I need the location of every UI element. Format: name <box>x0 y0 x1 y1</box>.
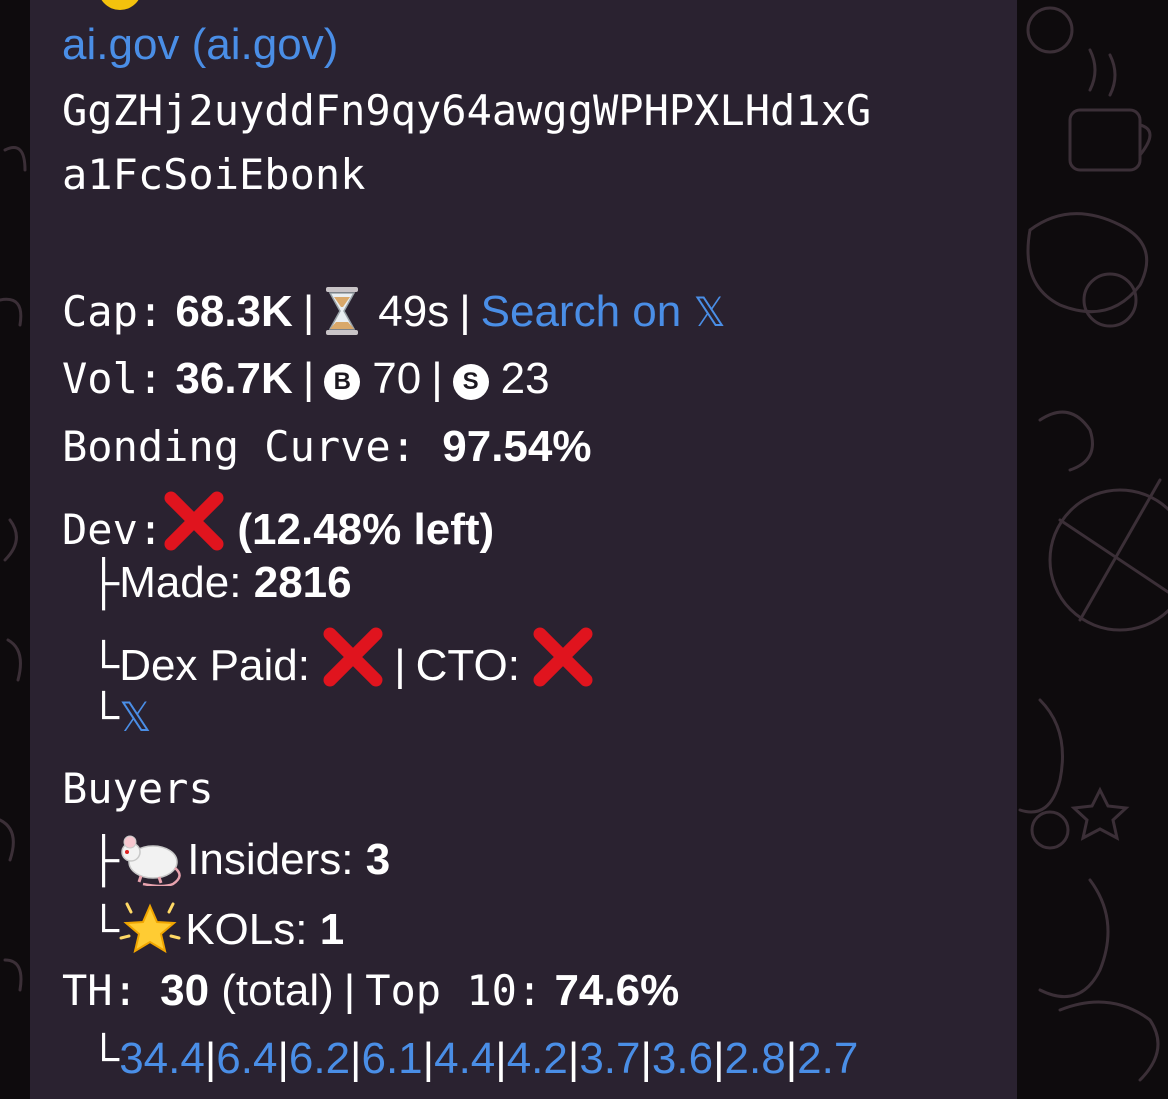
x-logo-icon[interactable]: 𝕏 <box>119 695 151 741</box>
token-address-line1: GgZHj2uyddFn9qy64awggWPHPXLHd1xG <box>62 86 872 135</box>
holder-link[interactable]: 6.2 <box>289 1034 350 1083</box>
tree-branch: └ <box>88 692 120 741</box>
holder-link[interactable]: 6.4 <box>216 1034 277 1083</box>
holder-link[interactable]: 2.8 <box>725 1034 786 1083</box>
x-logo-icon[interactable]: 𝕏 <box>693 290 725 336</box>
holder-link[interactable]: 2.7 <box>797 1034 858 1083</box>
insiders-value: 3 <box>365 835 391 884</box>
bonding-label: Bonding Curve: <box>62 422 417 471</box>
vol-label: Vol: <box>62 354 164 403</box>
bonding-value: 97.54% <box>442 422 592 471</box>
dev-label: Dev: <box>62 505 164 554</box>
kols-label: KOLs: <box>185 905 308 954</box>
dev-row: Dev: (12.48% left) <box>62 490 494 563</box>
age-value: 49s <box>378 287 450 336</box>
dex-paid-label: Dex Paid: <box>119 641 310 690</box>
cross-icon <box>163 490 225 563</box>
vol-value: 36.7K <box>175 354 293 403</box>
dev-x-row: └𝕏 <box>88 692 151 742</box>
message-bubble: ai.gov (ai.gov) GgZHj2uyddFn9qy64awggWPH… <box>30 0 1017 1099</box>
token-address-line2: a1FcSoiEbonk <box>62 150 366 199</box>
vol-row: Vol: 36.7K | B 70 | S 23 <box>62 354 550 403</box>
cap-row: Cap: 68.3K | 49s | Search on 𝕏 <box>62 286 726 347</box>
top10-value: 74.6% <box>554 966 680 1015</box>
emoji-icon <box>98 0 142 10</box>
holder-link[interactable]: 4.2 <box>507 1034 568 1083</box>
sell-badge-icon: S <box>452 364 489 400</box>
glowing-star-icon <box>119 898 181 967</box>
cross-icon <box>532 626 594 699</box>
tree-branch: └ <box>88 641 120 690</box>
search-on-x-link[interactable]: Search on <box>481 287 682 336</box>
th-total-text: (total) <box>221 966 334 1015</box>
th-row: TH: 30 (total) | Top 10: 74.6% <box>62 966 680 1015</box>
insiders-row: ├ Insiders: 3 <box>88 830 390 897</box>
tree-branch: ├ <box>88 558 120 607</box>
holder-link[interactable]: 34.4 <box>119 1034 205 1083</box>
made-value: 2816 <box>253 558 352 607</box>
cross-icon <box>322 626 384 699</box>
dex-row: └Dex Paid: | CTO: <box>88 626 594 699</box>
dev-left: (12.48% left) <box>237 505 495 554</box>
th-label: TH: <box>62 966 138 1015</box>
hourglass-icon <box>324 286 360 347</box>
made-row: ├Made: 2816 <box>88 558 352 608</box>
kols-row: └ KOLs: 1 <box>88 898 344 967</box>
rat-icon <box>119 830 183 897</box>
sells-count: 23 <box>500 354 550 403</box>
tree-branch: ├ <box>88 835 120 884</box>
made-label: Made: <box>119 558 242 607</box>
insiders-label: Insiders: <box>187 835 354 884</box>
cto-label: CTO: <box>415 641 520 690</box>
holder-link[interactable]: 4.4 <box>434 1034 495 1083</box>
buyers-title: Buyers <box>62 764 214 813</box>
site-link[interactable]: ai.gov (ai.gov) <box>62 20 338 70</box>
holder-link[interactable]: 3.6 <box>652 1034 713 1083</box>
holders-row: └34.4|6.4|6.2|6.1|4.4|4.2|3.7|3.6|2.8|2.… <box>88 1034 859 1083</box>
top10-label: Top 10: <box>365 966 543 1015</box>
bonding-row: Bonding Curve: 97.54% <box>62 422 591 472</box>
holder-link[interactable]: 6.1 <box>361 1034 422 1083</box>
kols-value: 1 <box>319 905 345 954</box>
cap-value: 68.3K <box>175 287 293 336</box>
th-total-value: 30 <box>160 966 210 1015</box>
tree-branch: └ <box>88 905 120 954</box>
tree-branch: └ <box>88 1034 120 1083</box>
buy-badge-icon: B <box>324 364 361 400</box>
buys-count: 70 <box>372 354 422 403</box>
holder-link[interactable]: 3.7 <box>579 1034 640 1083</box>
cap-label: Cap: <box>62 287 164 336</box>
